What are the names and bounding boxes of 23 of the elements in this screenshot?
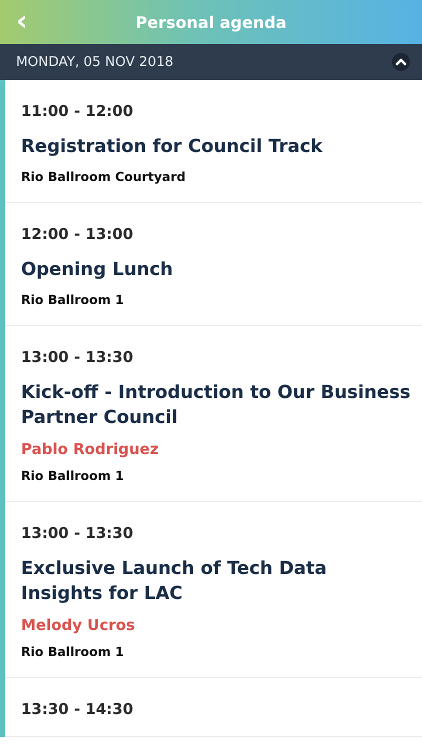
session-item[interactable]: 11:00 - 12:00 Registration for Council Track Rio Ballroom Courtyard [5,80,422,203]
day-label: MONDAY, 05 NOV 2018 [16,54,174,70]
session-time: 13:00 - 13:30 [21,524,134,542]
session-item[interactable]: 13:30 - 14:30 [5,678,422,737]
session-item[interactable]: 13:00 - 13:30 Exclusive Launch of Tech Data Insights for LAC Melody Ucros Rio Ballroom 1 [5,502,422,678]
session-time: 11:00 - 12:00 [21,102,134,120]
session-title: Kick-off - Introduction to Our Business Partner Council [21,381,412,430]
session-location: Rio Ballroom Courtyard [21,169,187,184]
session-location: Rio Ballroom 1 [21,468,125,483]
page-title: Personal agenda [136,12,286,32]
session-title: Registration for Council Track [21,135,324,159]
session-time: 12:00 - 13:00 [21,225,134,243]
session-time: 13:00 - 13:30 [21,348,134,366]
session-time: 13:30 - 14:30 [21,700,134,718]
session-location: Rio Ballroom 1 [21,292,125,307]
session-item[interactable]: 13:00 - 13:30 Kick-off - Introduction to Our Business Partner Council Pablo Rodriguez Rio Ballroom 1 [5,326,422,502]
session-title: Exclusive Launch of Tech Data Insights for LAC [21,557,328,606]
speaker-name: Pablo Rodriguez [21,440,160,458]
session-title: Opening Lunch [21,258,174,282]
collapse-icon[interactable] [392,53,410,71]
session-item[interactable]: 12:00 - 13:00 Opening Lunch Rio Ballroom 1 [5,203,422,326]
speaker-name: Melody Ucros [21,616,136,634]
session-location: Rio Ballroom 1 [21,644,125,659]
